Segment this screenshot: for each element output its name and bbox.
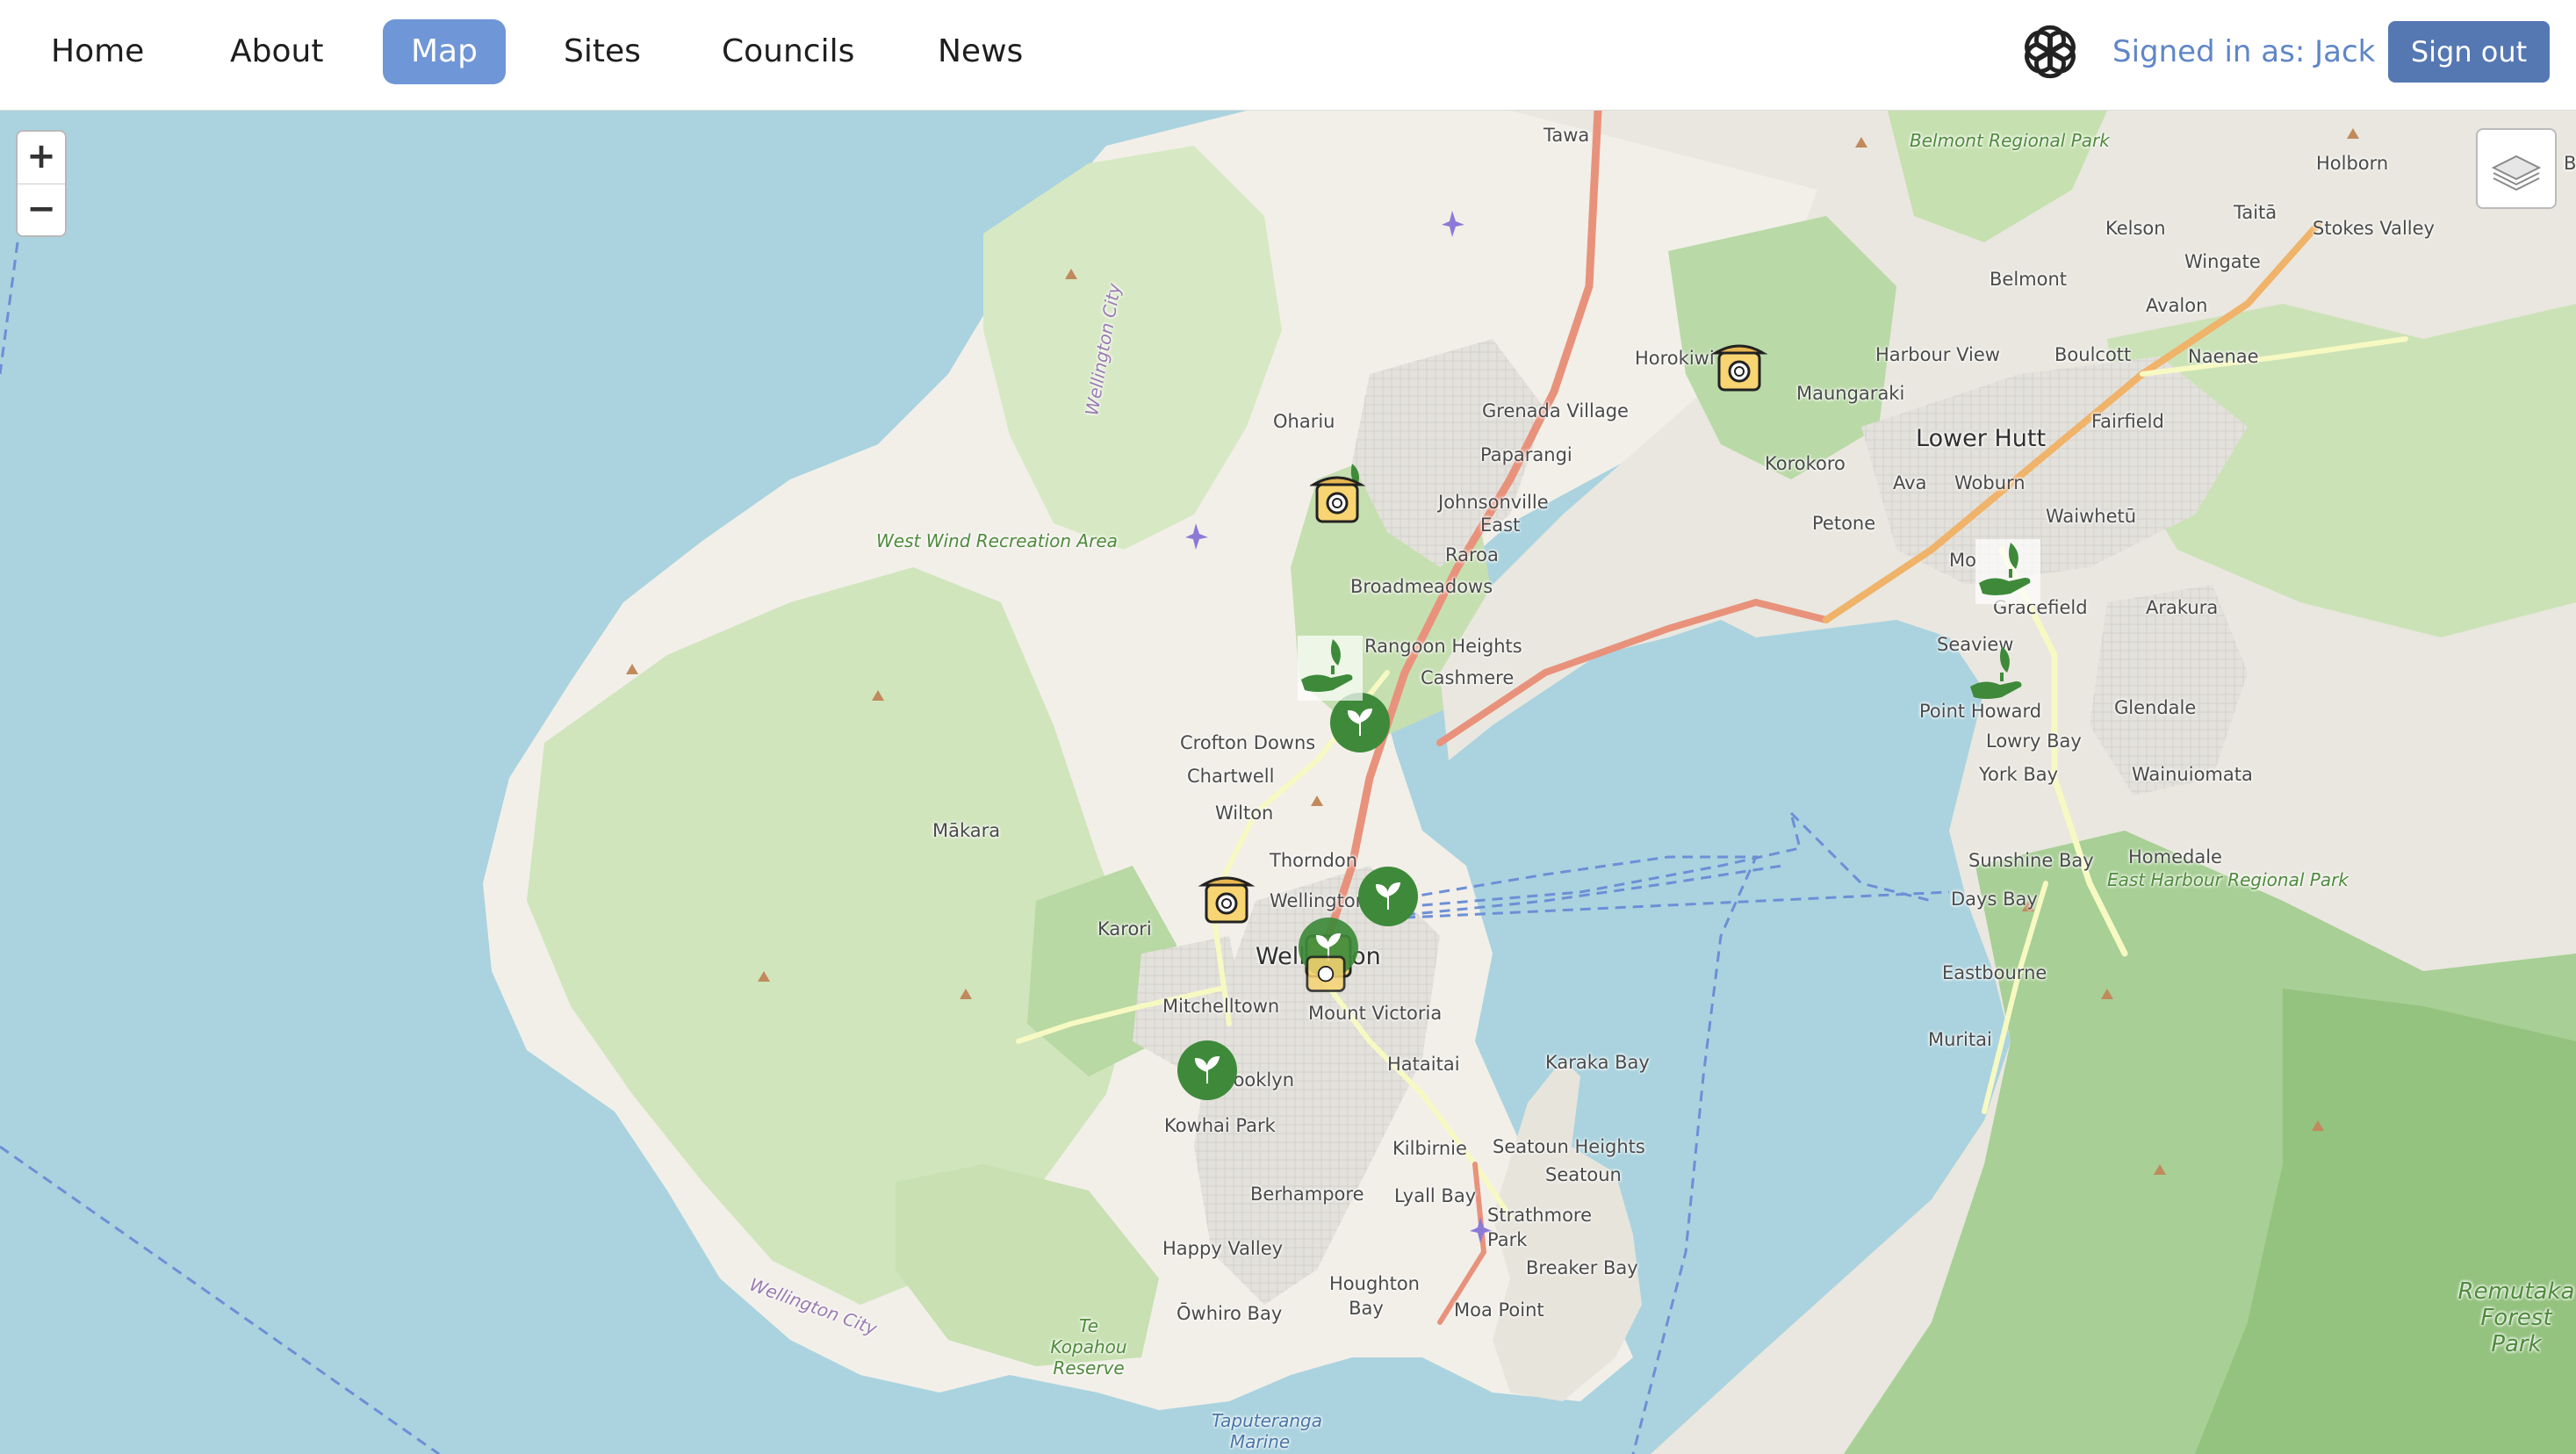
place-label: Eastbourne — [1942, 962, 2047, 983]
hand-plant-icon[interactable] — [1298, 636, 1363, 701]
place-label: Lowry Bay — [1986, 731, 2082, 752]
nav-news[interactable]: News — [910, 19, 1051, 84]
nav-sites[interactable]: Sites — [536, 19, 669, 84]
top-navbar: Home About Map Sites Councils News Signe… — [0, 0, 2576, 111]
place-label: Crofton Downs — [1180, 732, 1316, 753]
nav-map[interactable]: Map — [383, 19, 506, 84]
place-label: Belmont Regional Park — [1910, 130, 2110, 151]
place-label: Arakura — [2146, 597, 2219, 618]
hand-plant-icon[interactable] — [1975, 539, 2040, 604]
signed-in-status: Signed in as: Jack — [2112, 34, 2376, 69]
place-label: Ohariu — [1273, 411, 1335, 432]
compost-bin-icon[interactable] — [1707, 330, 1772, 395]
place-label: Avalon — [2146, 295, 2208, 316]
place-label: Moa Point — [1454, 1299, 1544, 1321]
place-label: Kowhai Park — [1164, 1115, 1276, 1136]
place-label: Horokiwi — [1635, 348, 1715, 369]
map-viewport[interactable]: Tawa Belmont Regional Park Holborn B Kel… — [0, 111, 2576, 1454]
place-label: Chartwell — [1187, 766, 1275, 787]
place-label: Maungaraki — [1796, 383, 1905, 404]
zoom-in-button[interactable]: + — [18, 132, 65, 184]
place-label: Sunshine Bay — [1968, 850, 2094, 871]
place-label: Naenae — [2188, 346, 2259, 367]
place-label: Mount Victoria — [1308, 1003, 1443, 1024]
place-label: Hataitai — [1387, 1054, 1460, 1075]
place-label: Ava — [1893, 472, 1927, 493]
place-label: Petone — [1812, 513, 1876, 534]
place-label: Harbour View — [1875, 344, 2000, 365]
place-label: Days Bay — [1951, 889, 2038, 910]
compost-bin-icon[interactable] — [1310, 460, 1375, 525]
place-label: B — [2564, 153, 2576, 174]
place-label: Mitchelltown — [1162, 996, 1280, 1017]
place-label: Thorndon — [1270, 850, 1358, 871]
place-label: Kilbirnie — [1392, 1138, 1467, 1159]
place-label: Taitā — [2234, 202, 2277, 223]
place-label: Cashmere — [1421, 667, 1515, 688]
nav-home[interactable]: Home — [23, 19, 172, 84]
place-label: Tawa — [1543, 125, 1590, 146]
place-label: Mākara — [932, 820, 1001, 841]
place-label: Grenada Village — [1482, 400, 1629, 421]
place-label: Korokoro — [1765, 453, 1846, 474]
place-label: Johnsonville — [1438, 492, 1549, 513]
place-label: Strathmore Park — [1487, 1205, 1593, 1250]
place-label: Homedale — [2128, 846, 2222, 867]
place-label: Holborn — [2316, 153, 2389, 174]
place-label: Broadmeadows — [1350, 576, 1493, 597]
place-label: Stokes Valley — [2313, 218, 2435, 239]
place-label: Seatoun — [1545, 1164, 1622, 1185]
place-label: West Wind Recreation Area — [876, 530, 1118, 551]
place-label: Lyall Bay — [1394, 1185, 1477, 1206]
place-label: Breaker Bay — [1526, 1257, 1638, 1278]
place-label: York Bay — [1979, 764, 2059, 785]
place-label: Lower Hutt — [1916, 425, 2047, 452]
openai-logo-icon — [2025, 25, 2076, 79]
place-label: Remutaka Forest Park — [2457, 1278, 2575, 1357]
place-label: Muritai — [1928, 1029, 1992, 1050]
place-label: Kelson — [2105, 218, 2166, 239]
layers-button[interactable] — [2476, 128, 2557, 209]
seedling-circle-icon[interactable] — [1356, 864, 1421, 929]
place-label: Mo — [1949, 550, 1976, 571]
place-label: Seatoun Heights — [1493, 1136, 1645, 1157]
place-label: Taputeranga Marine — [1212, 1410, 1322, 1452]
place-label: Waiwhetū — [2046, 506, 2137, 527]
place-label: Raroa — [1445, 544, 1499, 565]
place-label: Karori — [1097, 918, 1152, 939]
place-label: Ōwhiro Bay — [1176, 1303, 1283, 1324]
zoom-control: + − — [16, 130, 67, 237]
sign-out-button[interactable]: Sign out — [2388, 21, 2550, 83]
place-label: Fairfield — [2091, 411, 2164, 432]
place-label: Woburn — [1954, 472, 2026, 493]
seedling-circle-icon[interactable] — [1175, 1038, 1240, 1103]
hand-plant-icon[interactable] — [1967, 643, 2032, 708]
compost-bin-icon[interactable] — [1296, 936, 1356, 996]
place-label: Te Kopahou Reserve — [1050, 1315, 1127, 1378]
nav-about[interactable]: About — [202, 19, 351, 84]
layers-icon — [2491, 155, 2542, 191]
place-label: Glendale — [2114, 697, 2197, 718]
place-label: Karaka Bay — [1545, 1052, 1650, 1073]
place-label: East — [1480, 515, 1521, 536]
place-label: Berhampore — [1250, 1184, 1364, 1205]
zoom-out-button[interactable]: − — [18, 184, 65, 236]
nav-councils[interactable]: Councils — [694, 19, 882, 84]
place-label: Wilton — [1215, 803, 1274, 824]
place-label: Happy Valley — [1162, 1238, 1284, 1259]
place-label: Wingate — [2184, 251, 2261, 272]
place-label: Boulcott — [2054, 344, 2132, 365]
place-label: Wainuiomata — [2132, 764, 2253, 785]
place-label: Houghton Bay — [1329, 1273, 1420, 1319]
place-label: East Harbour Regional Park — [2107, 869, 2349, 890]
place-label: Belmont — [1990, 269, 2068, 290]
place-label: Rangoon Heights — [1364, 636, 1522, 657]
compost-bin-icon[interactable] — [1194, 862, 1259, 927]
place-label: Paparangi — [1480, 444, 1572, 465]
